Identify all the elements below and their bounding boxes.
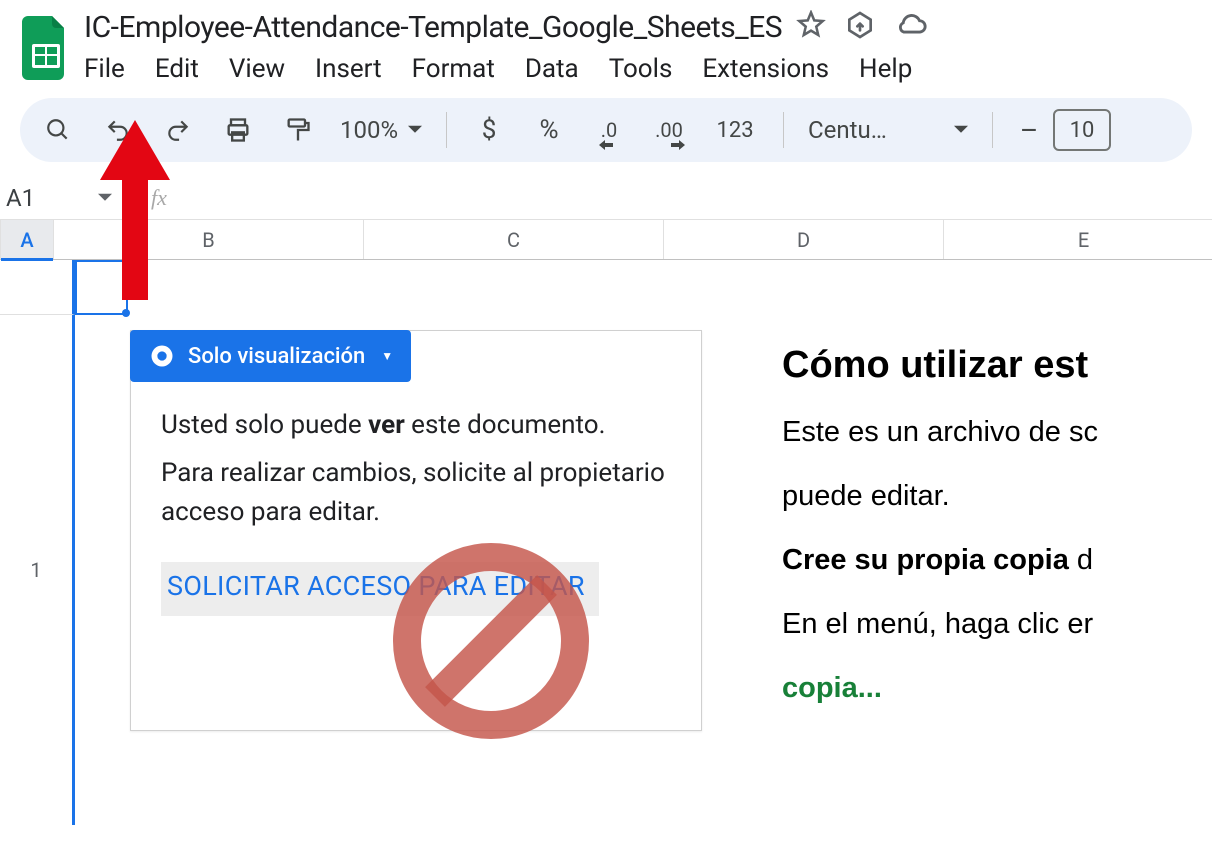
card-text-line1: Usted solo puede ver este documento. [161, 410, 671, 440]
eye-icon [148, 342, 176, 370]
name-box[interactable]: A1 [0, 184, 130, 212]
menu-format[interactable]: Format [412, 54, 495, 84]
column-header-c[interactable]: C [364, 220, 664, 259]
instructions-text: Cómo utilizar est Este es un archivo de … [782, 330, 1098, 731]
zoom-select[interactable]: 100% [340, 116, 422, 144]
column-header-a[interactable]: A [1, 220, 54, 259]
view-only-badge[interactable]: Solo visualización ▼ [130, 330, 411, 382]
print-icon[interactable] [220, 112, 256, 148]
menu-edit[interactable]: Edit [155, 54, 199, 84]
percent-button[interactable]: % [531, 112, 567, 148]
redo-icon[interactable] [160, 112, 196, 148]
row-spacer [0, 260, 75, 315]
decrease-font-size[interactable]: – [1017, 114, 1041, 147]
menu-extensions[interactable]: Extensions [702, 54, 829, 84]
star-icon[interactable] [796, 10, 826, 44]
row-header-1[interactable]: 1 [0, 315, 75, 825]
undo-icon[interactable] [100, 112, 136, 148]
chevron-down-icon [98, 191, 112, 205]
number-format-button[interactable]: 123 [711, 112, 759, 148]
font-select[interactable]: Centu… [808, 116, 968, 144]
menu-tools[interactable]: Tools [609, 54, 673, 84]
currency-button[interactable]: $ [471, 112, 507, 148]
request-access-button[interactable]: SOLICITAR ACCESO PARA EDITAR [161, 562, 599, 616]
toolbar: 100% $ % .0 .00 123 Centu… – 10 [20, 98, 1192, 162]
menu-insert[interactable]: Insert [315, 54, 382, 84]
paint-format-icon[interactable] [280, 112, 316, 148]
formula-bar-fx: fx [151, 185, 167, 211]
selected-cell-a1[interactable] [75, 260, 128, 315]
document-title[interactable]: IC-Employee-Attendance-Template_Google_S… [84, 10, 782, 45]
decrease-decimal-icon[interactable]: .0 [591, 112, 627, 148]
font-size-input[interactable]: 10 [1053, 109, 1111, 151]
menu-view[interactable]: View [229, 54, 285, 84]
menubar: File Edit View Insert Format Data Tools … [84, 48, 1192, 94]
increase-decimal-icon[interactable]: .00 [651, 112, 687, 148]
search-icon[interactable] [40, 112, 76, 148]
column-header-d[interactable]: D [664, 220, 944, 259]
menu-data[interactable]: Data [525, 54, 579, 84]
caret-down-icon: ▼ [381, 349, 393, 363]
column-header-b[interactable]: B [54, 220, 364, 259]
column-header-e[interactable]: E [944, 220, 1212, 259]
card-text-line2: Para realizar cambios, solicite al propi… [161, 454, 671, 532]
move-icon[interactable] [844, 9, 876, 45]
view-only-card: Solo visualización ▼ Usted solo puede ve… [130, 330, 702, 731]
sheets-logo[interactable] [20, 14, 72, 82]
menu-file[interactable]: File [84, 54, 125, 84]
menu-help[interactable]: Help [859, 54, 912, 84]
cloud-icon[interactable] [894, 8, 928, 46]
